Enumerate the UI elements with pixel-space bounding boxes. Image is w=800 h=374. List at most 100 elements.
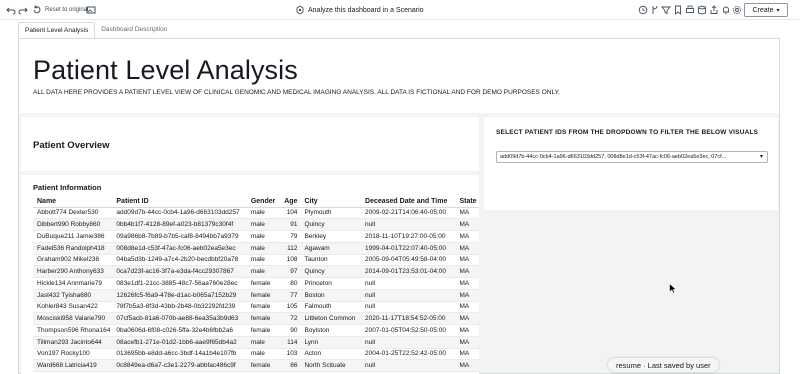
undo-icon[interactable] <box>6 3 16 17</box>
redo-icon[interactable] <box>18 3 28 17</box>
table-row[interactable]: DuBuque211 Jamie386 09a986b8-7b89-b7b5-ca… <box>33 230 479 243</box>
table-row[interactable]: Abbott774 Dexter530 add09d7b-44cc-0cb4-1a… <box>33 207 479 220</box>
cell-age: 108 <box>278 254 301 267</box>
cell-age: 80 <box>278 277 301 290</box>
cell-age: 91 <box>278 218 301 231</box>
bookmark-icon[interactable] <box>673 3 683 17</box>
patient-overview-title: Patient Overview <box>33 140 110 151</box>
cell-gender: male <box>246 348 279 361</box>
cell-state: MA <box>455 242 479 255</box>
table-row[interactable]: Ward668 Latricia419 0c8849ea-d6a7-c3e1-22… <box>33 359 479 372</box>
cell-name: Thompson596 Rhona164 <box>33 324 113 337</box>
table-row[interactable]: Dibbert990 Robby860 0bb4b1f7-4128-89ef-a0… <box>33 218 479 231</box>
table-row[interactable]: Graham902 Mikel238 04ba5d3b-1249-a7c4-2b2… <box>33 254 479 267</box>
cell-gender: female <box>246 301 279 314</box>
cell-state: MA <box>455 265 479 278</box>
table-row[interactable]: Mosciski958 Valarie790 07cf5acb-81a6-070b… <box>33 312 479 325</box>
cell-city: Taunton <box>300 254 362 267</box>
table-body: Abbott774 Dexter530 add09d7b-44cc-0cb4-1a… <box>33 207 479 372</box>
cell-deceased: 2020-11-17T18:54:52-05:00 <box>361 312 456 325</box>
tab-dashboard-description[interactable]: Dashboard Description <box>95 22 173 38</box>
table-row[interactable]: Tillman293 Jacinto644 08acefb1-271e-01d2-… <box>33 336 479 349</box>
column-header-deceased[interactable]: Deceased Date and Time <box>361 196 456 208</box>
image-icon[interactable] <box>86 3 96 17</box>
sheet-tabs: Patient Level Analysis Dashboard Descrip… <box>18 22 173 38</box>
column-header-name[interactable]: Name <box>33 196 113 208</box>
cell-deceased: null <box>361 277 456 290</box>
patient-information-panel: Patient Information Name Patient ID Gend… <box>21 175 479 374</box>
cell-name: Kohler843 Susan422 <box>33 301 113 314</box>
tab-patient-level-analysis[interactable]: Patient Level Analysis <box>18 22 96 38</box>
mouse-cursor-icon <box>669 283 677 294</box>
cell-state: MA <box>455 277 479 290</box>
cell-name: Mosciski958 Valarie790 <box>33 312 113 325</box>
settings-icon[interactable] <box>732 3 742 17</box>
cell-age: 112 <box>278 242 301 255</box>
share-icon[interactable] <box>709 3 719 17</box>
cell-name: Hickle134 Annmarie79 <box>33 277 113 290</box>
cell-name: Von197 Rocky100 <box>33 348 113 361</box>
table-row[interactable]: Von197 Rocky100 013695bb-e8dd-a6cc-3bdf-1… <box>33 348 479 361</box>
table-row[interactable]: Hickle134 Annmarie79 083e1df1-21cc-3885-4… <box>33 277 479 290</box>
cell-city: Princeton <box>300 277 362 290</box>
column-header-patient-id[interactable]: Patient ID <box>112 196 247 208</box>
cell-name: Ward668 Latricia419 <box>33 359 113 372</box>
chevron-down-icon: ▾ <box>759 154 763 160</box>
cell-patient-id: 0c8849ea-d6a7-c3e1-2279-abbfac486c9f <box>112 359 247 372</box>
cell-patient-id: 04ba5d3b-1249-a7c4-2b20-becdbbf20a78 <box>112 254 247 267</box>
table-row[interactable]: Harber290 Anthony633 0ca7d23f-ac16-3f7a-e… <box>33 265 479 278</box>
table-row[interactable]: Fadel536 Randolph418 008d8e1d-c53f-47ac-f… <box>33 242 479 255</box>
alert-icon[interactable] <box>721 3 731 17</box>
database-icon[interactable] <box>697 3 707 17</box>
cell-city: Boylston <box>300 324 362 337</box>
cell-age: 90 <box>278 324 301 337</box>
cell-patient-id: 08acefb1-271e-01d2-1bb6-aae9f65db4a2 <box>112 336 247 349</box>
filter-icon[interactable] <box>661 3 671 17</box>
print-icon[interactable] <box>685 3 695 17</box>
cell-patient-id: 78f7b5a3-8f3d-43bb-2b48-0b32292fd239 <box>112 301 247 314</box>
cell-gender: female <box>246 359 279 372</box>
cell-state: MA <box>455 336 479 349</box>
column-header-age[interactable]: Age <box>278 196 301 208</box>
scenario-label: Analyze this dashboard in a Scenario <box>308 6 424 14</box>
column-header-city[interactable]: City <box>300 196 362 208</box>
create-button[interactable]: Create ▾ <box>744 3 788 17</box>
save-status-text: resume · Last saved by user <box>616 360 711 370</box>
table-row[interactable]: Kohler843 Susan422 78f7b5a3-8f3d-43bb-2b4… <box>33 301 479 314</box>
cell-state: MA <box>455 230 479 243</box>
cell-state: MA <box>455 301 479 314</box>
cell-city: Plymouth <box>300 207 362 220</box>
cell-gender: female <box>246 312 279 325</box>
cell-gender: male <box>246 207 279 220</box>
column-header-state[interactable]: State <box>455 196 479 208</box>
cell-deceased: null <box>361 301 456 314</box>
cell-city: Boston <box>300 289 362 302</box>
create-label: Create <box>752 6 774 14</box>
reset-icon <box>33 5 41 14</box>
cell-patient-id: 0bb4b1f7-4128-89ef-a023-b81379c30f4f <box>112 218 247 231</box>
reset-button[interactable]: Reset to original <box>32 3 88 17</box>
clock-icon[interactable] <box>638 3 648 17</box>
cell-state: MA <box>455 207 479 220</box>
cell-deceased: 2014-09-01T23:53:01-04:00 <box>361 265 456 278</box>
cell-patient-id: 008d8e1d-c53f-47ac-fc06-aeb02ea5e3ec <box>112 242 247 255</box>
patient-filter-panel: SELECT PATIENT IDS FROM THE DROPDOWN TO … <box>484 117 778 210</box>
column-header-gender[interactable]: Gender <box>246 196 279 208</box>
header-panel: Patient Level Analysis ALL DATA HERE PRO… <box>19 39 779 113</box>
cell-gender: male <box>246 230 279 243</box>
cell-gender: female <box>246 289 279 302</box>
cell-deceased: null <box>361 218 456 231</box>
cell-age: 104 <box>278 207 301 220</box>
scenario-button[interactable]: Analyze this dashboard in a Scenario <box>295 3 424 17</box>
branch-icon[interactable] <box>650 3 660 17</box>
cell-deceased: null <box>361 289 456 302</box>
table-row[interactable]: Jast432 Tyisha680 12626fc5-f6a9-478e-d1ac… <box>33 289 479 302</box>
patient-id-dropdown[interactable]: add09d7b-44cc-0cb4-1a96-d663103dd257, 00… <box>496 151 768 163</box>
cell-name: Abbott774 Dexter530 <box>33 207 113 220</box>
cell-gender: male <box>246 254 279 267</box>
cell-city: Littleton Common <box>300 312 362 325</box>
cell-patient-id: add09d7b-44cc-0cb4-1a96-d663103dd257 <box>112 207 247 220</box>
cell-city: Berkley <box>300 230 362 243</box>
table-row[interactable]: Thompson596 Rhona164 0ba0606d-6f08-c026-5… <box>33 324 479 337</box>
cell-gender: male <box>246 218 279 231</box>
